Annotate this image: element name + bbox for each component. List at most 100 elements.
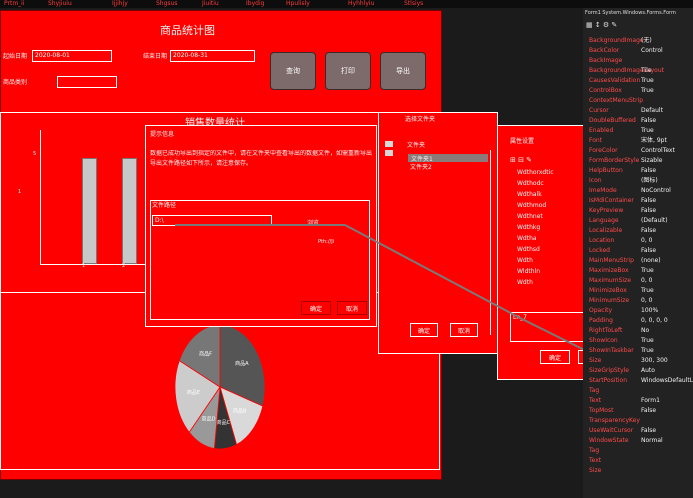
property-name: ContextMenuStrip [589,97,644,104]
property-value: Normal [641,437,663,444]
property-name: Text [589,457,602,464]
property-row[interactable]: Font 宋体, 9pt [583,136,693,145]
property-row[interactable]: Tag [583,446,693,455]
property-name: ShowInTaskbar [589,347,634,354]
property-row[interactable]: StartPosition WindowsDefaultLocation [583,376,693,385]
property-row[interactable]: Text [583,456,693,465]
property-row[interactable]: WindowState Normal [583,436,693,445]
property-row[interactable]: UseWaitCursor False [583,426,693,435]
property-value: True [641,127,654,134]
property-row[interactable]: Padding 0, 0, 0, 0 [583,316,693,325]
property-row[interactable]: MinimizeBox True [583,286,693,295]
property-value: False [641,227,657,234]
property-name: ControlBox [589,87,622,94]
property-row[interactable]: MaximumSize 0, 0 [583,276,693,285]
property-name: UseWaitCursor [589,427,634,434]
property-name: TransparencyKey [589,417,640,424]
property-row[interactable]: ImeMode NoControl [583,186,693,195]
property-value: True [641,347,654,354]
properties-rows: BackgroundImage (无) BackColor Control BackIm… [583,36,693,496]
property-name: StartPosition [589,377,628,384]
property-name: MaximumSize [589,277,631,284]
property-value: True [641,87,654,94]
property-value: False [641,247,657,254]
property-name: BackgroundImageLayout [589,67,664,74]
property-row[interactable]: Icon (图标) [583,176,693,185]
property-value: False [641,207,657,214]
property-value: False [641,117,657,124]
property-value: Tile [641,67,652,74]
property-name: MinimizeBox [589,287,627,294]
property-value: ControlText [641,147,675,154]
property-row[interactable]: Localizable False [583,226,693,235]
property-row[interactable]: DoubleBuffered False [583,116,693,125]
property-row[interactable]: Language (Default) [583,216,693,225]
property-row[interactable]: Opacity 100% [583,306,693,315]
property-name: ImeMode [589,187,617,194]
property-row[interactable]: BackColor Control [583,46,693,55]
property-row[interactable]: IsMdiContainer False [583,196,693,205]
property-row[interactable]: Cursor Default [583,106,693,115]
property-row[interactable]: Locked False [583,246,693,255]
property-name: MinimumSize [589,297,630,304]
property-name: MaximizeBox [589,267,629,274]
property-value: Control [641,47,663,54]
property-row[interactable]: KeyPreview False [583,206,693,215]
property-name: Text [589,397,602,404]
property-value: True [641,287,654,294]
property-name: HelpButton [589,167,623,174]
property-value: 100% [641,307,659,314]
property-row[interactable]: TransparencyKey [583,416,693,425]
property-value: True [641,337,654,344]
property-name: ForeColor [589,147,618,154]
property-value: Sizable [641,157,663,164]
property-name: BackImage [589,57,623,64]
properties-toolbar: ▦ ↕ ⚙ ✎ [586,21,618,29]
property-row[interactable]: RightToLeft No [583,326,693,335]
property-row[interactable]: BackgroundImage (无) [583,36,693,45]
property-row[interactable]: MinimumSize 0, 0 [583,296,693,305]
property-value: (none) [641,257,661,264]
property-value: 0, 0 [641,297,653,304]
property-name: Icon [589,177,602,184]
property-row[interactable]: ControlBox True [583,86,693,95]
property-name: BackgroundImage [589,37,644,44]
property-row[interactable]: ShowIcon True [583,336,693,345]
connector-line [344,224,521,319]
property-row[interactable]: SizeGripStyle Auto [583,366,693,375]
property-row[interactable]: CausesValidation True [583,76,693,85]
property-row[interactable]: Size [583,466,693,475]
property-name: Cursor [589,107,609,114]
property-value: False [641,427,657,434]
property-name: Tag [589,447,600,454]
property-row[interactable]: Tag [583,386,693,395]
property-value: 0, 0 [641,237,653,244]
property-value: (无) [641,37,652,44]
property-value: NoControl [641,187,671,194]
property-name: Size [589,467,602,474]
property-row[interactable]: ForeColor ControlText [583,146,693,155]
property-row[interactable]: Size 300, 300 [583,356,693,365]
property-name: WindowState [589,437,629,444]
property-row[interactable]: Location 0, 0 [583,236,693,245]
property-row[interactable]: BackgroundImageLayout Tile [583,66,693,75]
property-row[interactable]: Enabled True [583,126,693,135]
property-row[interactable]: Text Form1 [583,396,693,405]
property-name: RightToLeft [589,327,623,334]
property-name: TopMost [589,407,614,414]
property-name: Location [589,237,615,244]
property-row[interactable]: BackImage [583,56,693,65]
property-name: KeyPreview [589,207,624,214]
property-name: Padding [589,317,613,324]
property-value: Form1 [641,397,660,404]
property-row[interactable]: TopMost False [583,406,693,415]
property-row[interactable]: MaximizeBox True [583,266,693,275]
property-row[interactable]: HelpButton False [583,166,693,175]
property-row[interactable]: FormBorderStyle Sizable [583,156,693,165]
property-row[interactable]: MainMenuStrip (none) [583,256,693,265]
property-row[interactable]: ShowInTaskbar True [583,346,693,355]
property-value: 宋体, 9pt [641,137,667,144]
property-name: FormBorderStyle [589,157,640,164]
property-name: CausesValidation [589,77,641,84]
property-row[interactable]: ContextMenuStrip [583,96,693,105]
